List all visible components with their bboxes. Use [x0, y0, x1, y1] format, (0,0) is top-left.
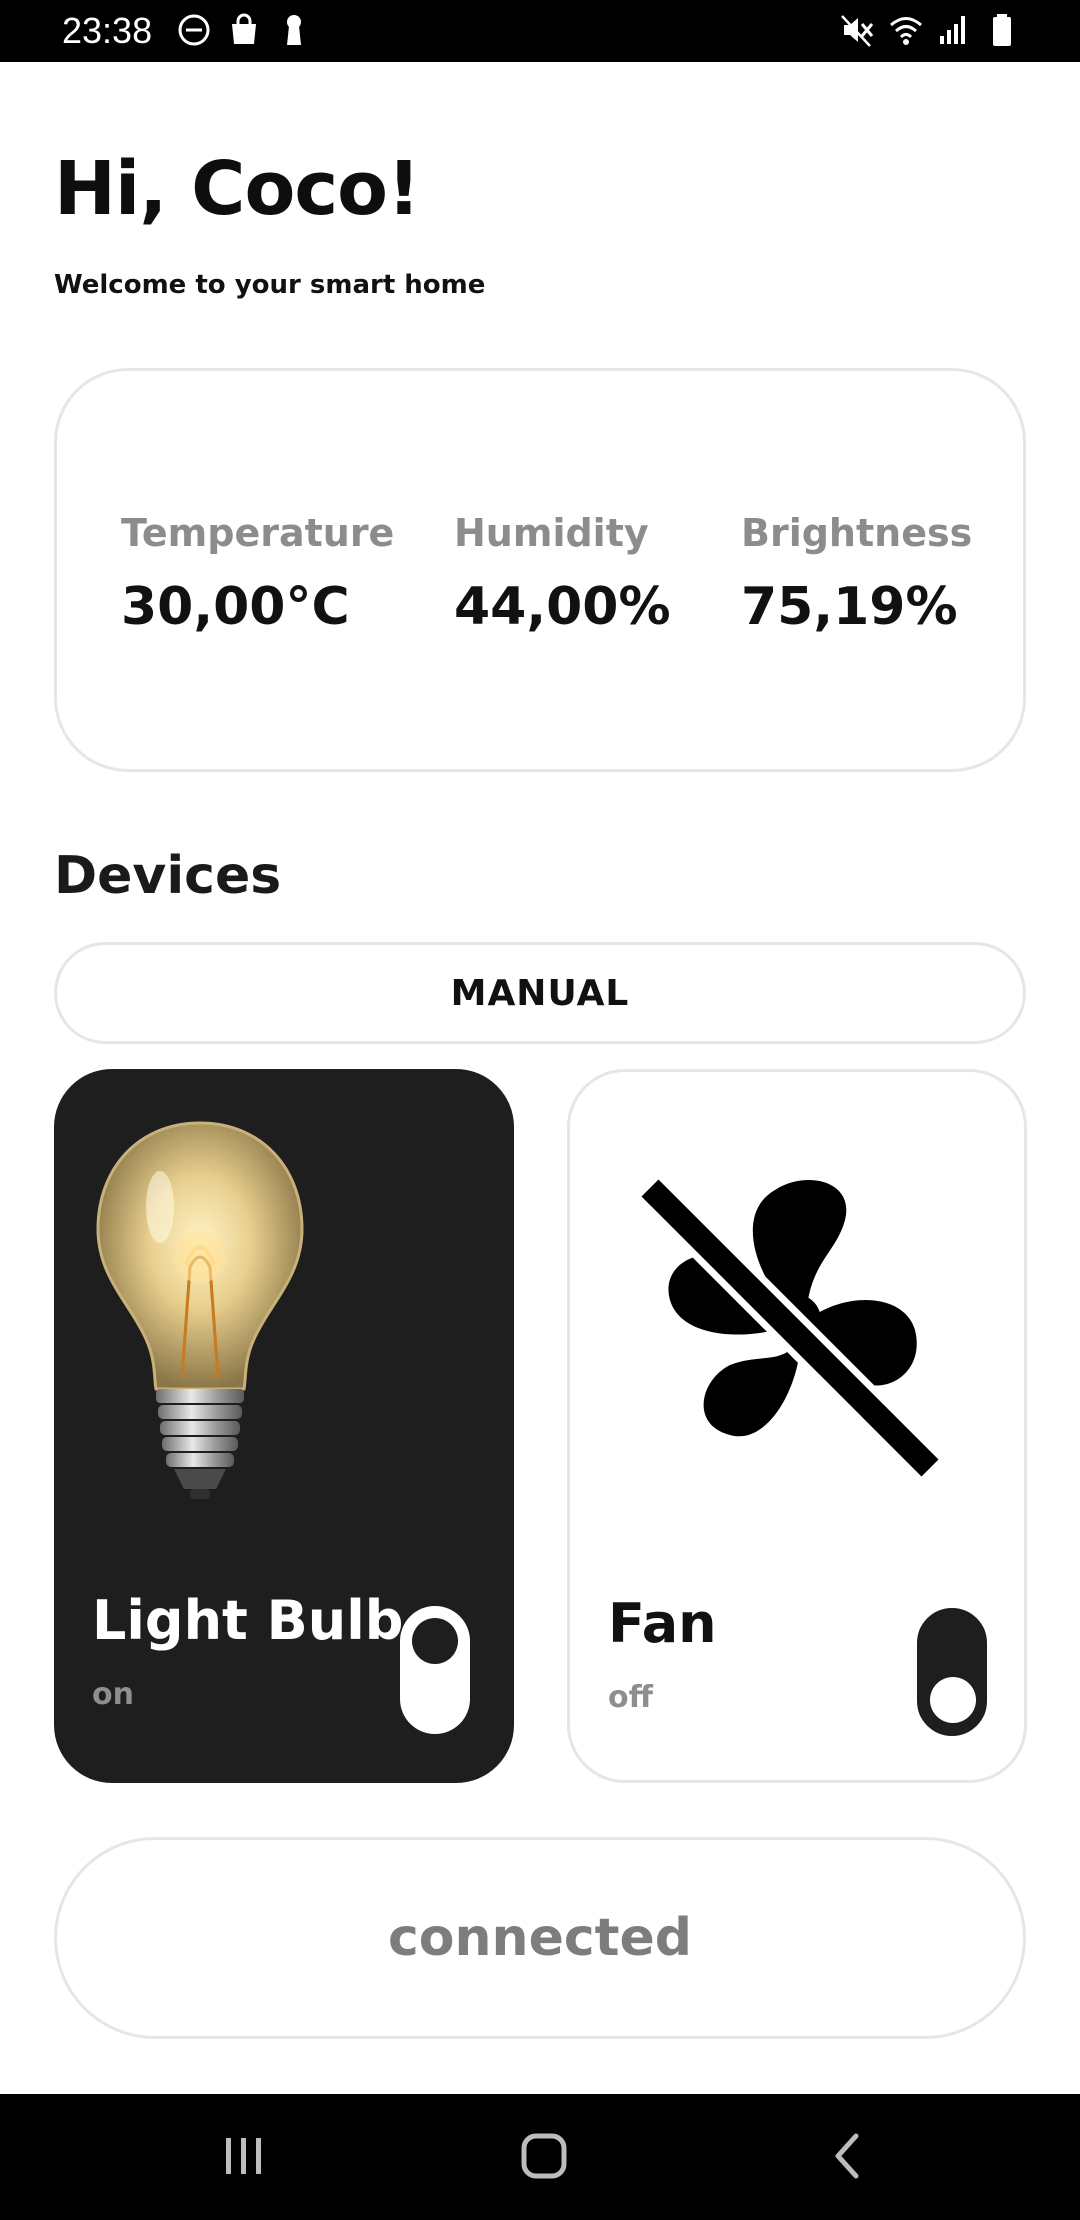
temperature-reading: Temperature 30,00°C: [121, 511, 394, 637]
fan-toggle[interactable]: [917, 1608, 987, 1736]
recent-apps-icon[interactable]: [212, 2124, 276, 2188]
home-icon[interactable]: [512, 2124, 576, 2188]
device-state: on: [92, 1677, 134, 1712]
connection-status[interactable]: connected: [54, 1837, 1026, 2039]
toggle-knob: [930, 1677, 976, 1723]
device-card-light-bulb[interactable]: Light Bulb on: [54, 1069, 514, 1783]
device-card-fan[interactable]: Fan off: [567, 1069, 1027, 1783]
welcome-subtitle: Welcome to your smart home: [54, 270, 486, 300]
humidity-reading: Humidity 44,00%: [454, 511, 671, 637]
device-name: Light Bulb: [92, 1589, 404, 1652]
light-bulb-toggle[interactable]: [400, 1606, 470, 1734]
light-bulb-image: [96, 1121, 304, 1499]
status-left-icons: [176, 12, 312, 48]
fan-off-icon: [636, 1174, 944, 1480]
greeting-title: Hi, Coco!: [54, 146, 421, 232]
keyhole-icon: [287, 15, 301, 45]
status-time: 23:38: [62, 10, 153, 51]
status-bar: 23:38: [0, 0, 1080, 62]
brightness-label: Brightness: [741, 511, 973, 555]
humidity-label: Humidity: [454, 511, 649, 555]
temperature-label: Temperature: [121, 511, 395, 555]
device-name: Fan: [608, 1592, 717, 1655]
brightness-value: 75,19%: [741, 577, 958, 637]
mute-icon: [841, 15, 874, 47]
status-right-icons: [840, 12, 1020, 48]
temperature-value: 30,00°C: [121, 577, 350, 637]
mode-toggle-button[interactable]: MANUAL: [54, 942, 1026, 1044]
toggle-knob: [412, 1618, 458, 1664]
devices-section-title: Devices: [54, 846, 282, 906]
brightness-reading: Brightness 75,19%: [741, 511, 972, 637]
sensor-summary-card: Temperature 30,00°C Humidity 44,00% Brig…: [54, 368, 1026, 772]
do-not-disturb-icon: [178, 14, 210, 46]
signal-icon: [940, 16, 965, 44]
back-icon[interactable]: [816, 2124, 880, 2188]
device-state: off: [608, 1680, 653, 1715]
wifi-icon: [890, 17, 922, 45]
battery-icon: [993, 14, 1011, 46]
humidity-value: 44,00%: [454, 577, 671, 637]
shopping-bag-icon: [232, 13, 256, 44]
navigation-bar: [0, 2094, 1080, 2220]
